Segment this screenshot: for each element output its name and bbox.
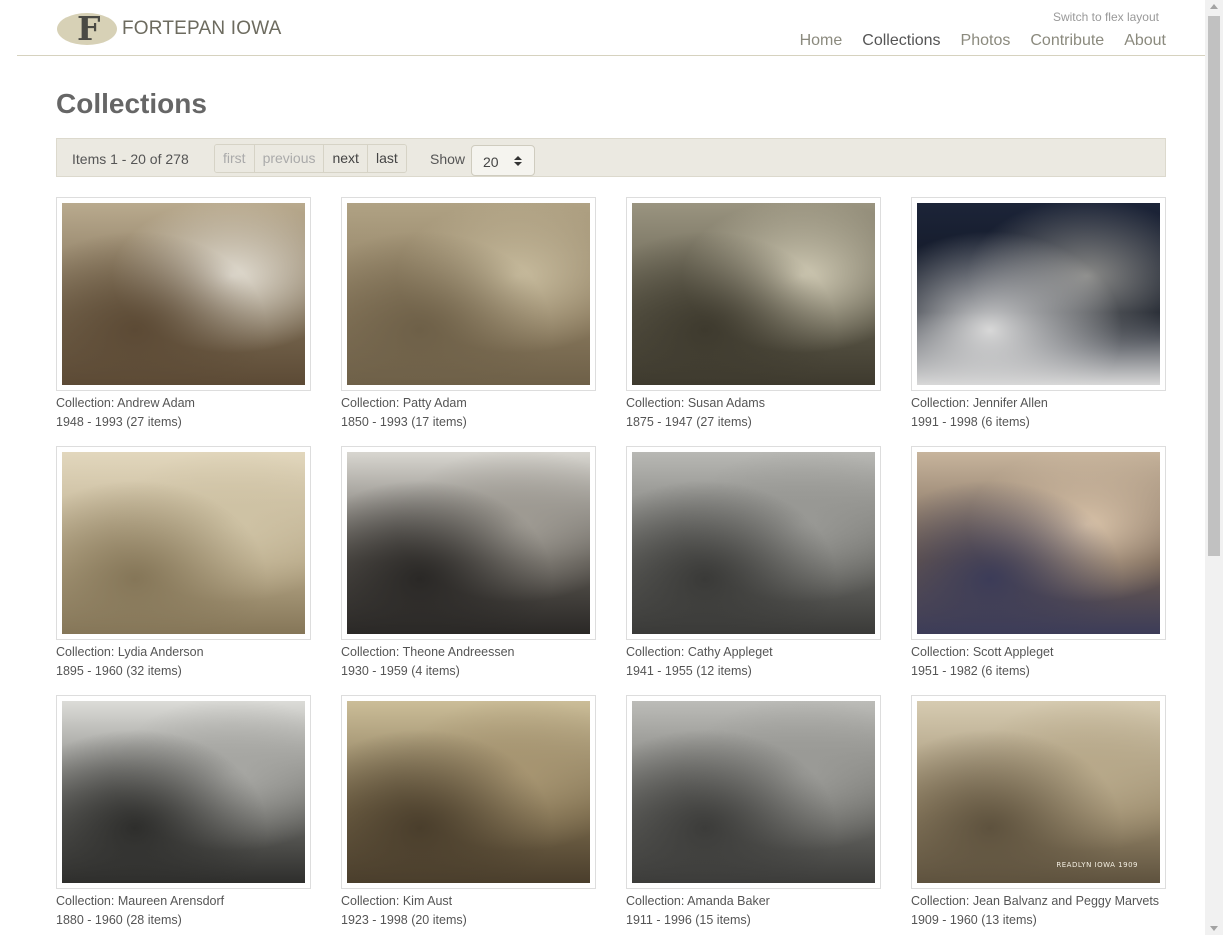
collection-photo[interactable]: [62, 452, 305, 634]
pager-bar: Items 1 - 20 of 278 first previous next …: [56, 138, 1166, 177]
site-name: FORTEPAN IOWA: [122, 18, 282, 39]
show-label: Show: [430, 151, 466, 167]
collection-photo[interactable]: [347, 452, 590, 634]
collection-dates: 1991 - 1998 (6 items): [911, 415, 1030, 429]
page-size-select[interactable]: 20: [471, 145, 535, 176]
collection-thumbnail[interactable]: [56, 695, 311, 889]
collection-title[interactable]: Collection: Jean Balvanz and Peggy Marve…: [911, 894, 1166, 908]
collection-photo[interactable]: [632, 701, 875, 883]
collection-dates: 1948 - 1993 (27 items): [56, 415, 182, 429]
collection-dates: 1951 - 1982 (6 items): [911, 664, 1030, 678]
collection-card[interactable]: Collection: Theone Andreessen 1930 - 1959…: [341, 446, 596, 678]
collection-thumbnail[interactable]: [911, 197, 1166, 391]
flex-layout-switch[interactable]: Switch to flex layout: [1053, 10, 1159, 24]
collection-card[interactable]: Collection: Kim Aust 1923 - 1998 (20 item…: [341, 695, 596, 927]
logo-mark-icon: F: [57, 9, 117, 48]
nav-contribute[interactable]: Contribute: [1030, 32, 1104, 50]
collection-dates: 1895 - 1960 (32 items): [56, 664, 182, 678]
collection-card[interactable]: Collection: Andrew Adam 1948 - 1993 (27 i…: [56, 197, 311, 429]
photo-caption-overlay: READLYN IOWA 1909: [1056, 861, 1138, 869]
collection-title[interactable]: Collection: Amanda Baker: [626, 894, 881, 908]
scroll-down-icon[interactable]: [1210, 926, 1218, 931]
collection-thumbnail[interactable]: [626, 197, 881, 391]
pager-next-button[interactable]: next: [323, 145, 367, 172]
collection-dates: 1880 - 1960 (28 items): [56, 913, 182, 927]
pager-first-button: first: [215, 145, 254, 172]
collection-dates: 1930 - 1959 (4 items): [341, 664, 460, 678]
collection-photo[interactable]: [62, 701, 305, 883]
pager-last-button[interactable]: last: [366, 145, 406, 172]
collection-title[interactable]: Collection: Scott Appleget: [911, 645, 1166, 659]
collection-title[interactable]: Collection: Patty Adam: [341, 396, 596, 410]
main-nav: Home Collections Photos Contribute About: [780, 32, 1166, 50]
collection-thumbnail[interactable]: [341, 446, 596, 640]
collection-title[interactable]: Collection: Maureen Arensdorf: [56, 894, 311, 908]
collection-thumbnail[interactable]: [341, 197, 596, 391]
collection-thumbnail[interactable]: [911, 446, 1166, 640]
collection-dates: 1923 - 1998 (20 items): [341, 913, 467, 927]
pagination: first previous next last: [214, 144, 407, 173]
nav-home[interactable]: Home: [800, 32, 843, 50]
items-count: Items 1 - 20 of 278: [72, 151, 189, 167]
select-caret-up-icon: [514, 156, 522, 160]
pager-previous-button: previous: [253, 145, 324, 172]
collection-card[interactable]: Collection: Amanda Baker 1911 - 1996 (15 …: [626, 695, 881, 927]
collection-dates: 1911 - 1996 (15 items): [626, 913, 751, 927]
collection-card[interactable]: Collection: Patty Adam 1850 - 1993 (17 it…: [341, 197, 596, 429]
collection-thumbnail[interactable]: [56, 446, 311, 640]
collection-card[interactable]: Collection: Maureen Arensdorf 1880 - 1960…: [56, 695, 311, 927]
collection-card[interactable]: Collection: Lydia Anderson 1895 - 1960 (3…: [56, 446, 311, 678]
collection-photo[interactable]: [632, 452, 875, 634]
collection-title[interactable]: Collection: Andrew Adam: [56, 396, 311, 410]
collection-photo[interactable]: [347, 701, 590, 883]
collection-card[interactable]: Collection: Jennifer Allen 1991 - 1998 (6…: [911, 197, 1166, 429]
collection-title[interactable]: Collection: Lydia Anderson: [56, 645, 311, 659]
collection-title[interactable]: Collection: Cathy Appleget: [626, 645, 881, 659]
collection-title[interactable]: Collection: Theone Andreessen: [341, 645, 596, 659]
collection-photo[interactable]: [62, 203, 305, 385]
page-size-value: 20: [483, 154, 499, 170]
page: F FORTEPAN IOWA Switch to flex layout Ho…: [0, 0, 1205, 935]
scroll-thumb[interactable]: [1208, 16, 1220, 556]
collection-thumbnail[interactable]: [56, 197, 311, 391]
collection-photo[interactable]: [917, 452, 1160, 634]
collection-thumbnail[interactable]: [626, 695, 881, 889]
collection-photo[interactable]: READLYN IOWA 1909: [917, 701, 1160, 883]
collection-card[interactable]: READLYN IOWA 1909 Collection: Jean Balvan…: [911, 695, 1166, 927]
collection-dates: 1875 - 1947 (27 items): [626, 415, 752, 429]
collection-title[interactable]: Collection: Susan Adams: [626, 396, 881, 410]
site-header: F FORTEPAN IOWA Switch to flex layout Ho…: [17, 0, 1205, 56]
page-title: Collections: [56, 88, 207, 119]
collection-thumbnail[interactable]: [341, 695, 596, 889]
collection-card[interactable]: Collection: Cathy Appleget 1941 - 1955 (1…: [626, 446, 881, 678]
collection-dates: 1850 - 1993 (17 items): [341, 415, 467, 429]
site-logo[interactable]: F FORTEPAN IOWA: [57, 9, 282, 48]
collection-photo[interactable]: [917, 203, 1160, 385]
select-caret-down-icon: [514, 162, 522, 166]
collection-card[interactable]: Collection: Susan Adams 1875 - 1947 (27 i…: [626, 197, 881, 429]
scroll-up-icon[interactable]: [1210, 4, 1218, 9]
page-scrollbar[interactable]: [1205, 0, 1223, 935]
nav-collections[interactable]: Collections: [862, 32, 940, 50]
collection-thumbnail[interactable]: [626, 446, 881, 640]
nav-photos[interactable]: Photos: [961, 32, 1011, 50]
collection-photo[interactable]: [347, 203, 590, 385]
collection-photo[interactable]: [632, 203, 875, 385]
collection-card[interactable]: Collection: Scott Appleget 1951 - 1982 (6…: [911, 446, 1166, 678]
nav-about[interactable]: About: [1124, 32, 1166, 50]
collection-dates: 1909 - 1960 (13 items): [911, 913, 1037, 927]
collection-thumbnail[interactable]: READLYN IOWA 1909: [911, 695, 1166, 889]
collection-title[interactable]: Collection: Jennifer Allen: [911, 396, 1166, 410]
collection-dates: 1941 - 1955 (12 items): [626, 664, 752, 678]
collection-title[interactable]: Collection: Kim Aust: [341, 894, 596, 908]
